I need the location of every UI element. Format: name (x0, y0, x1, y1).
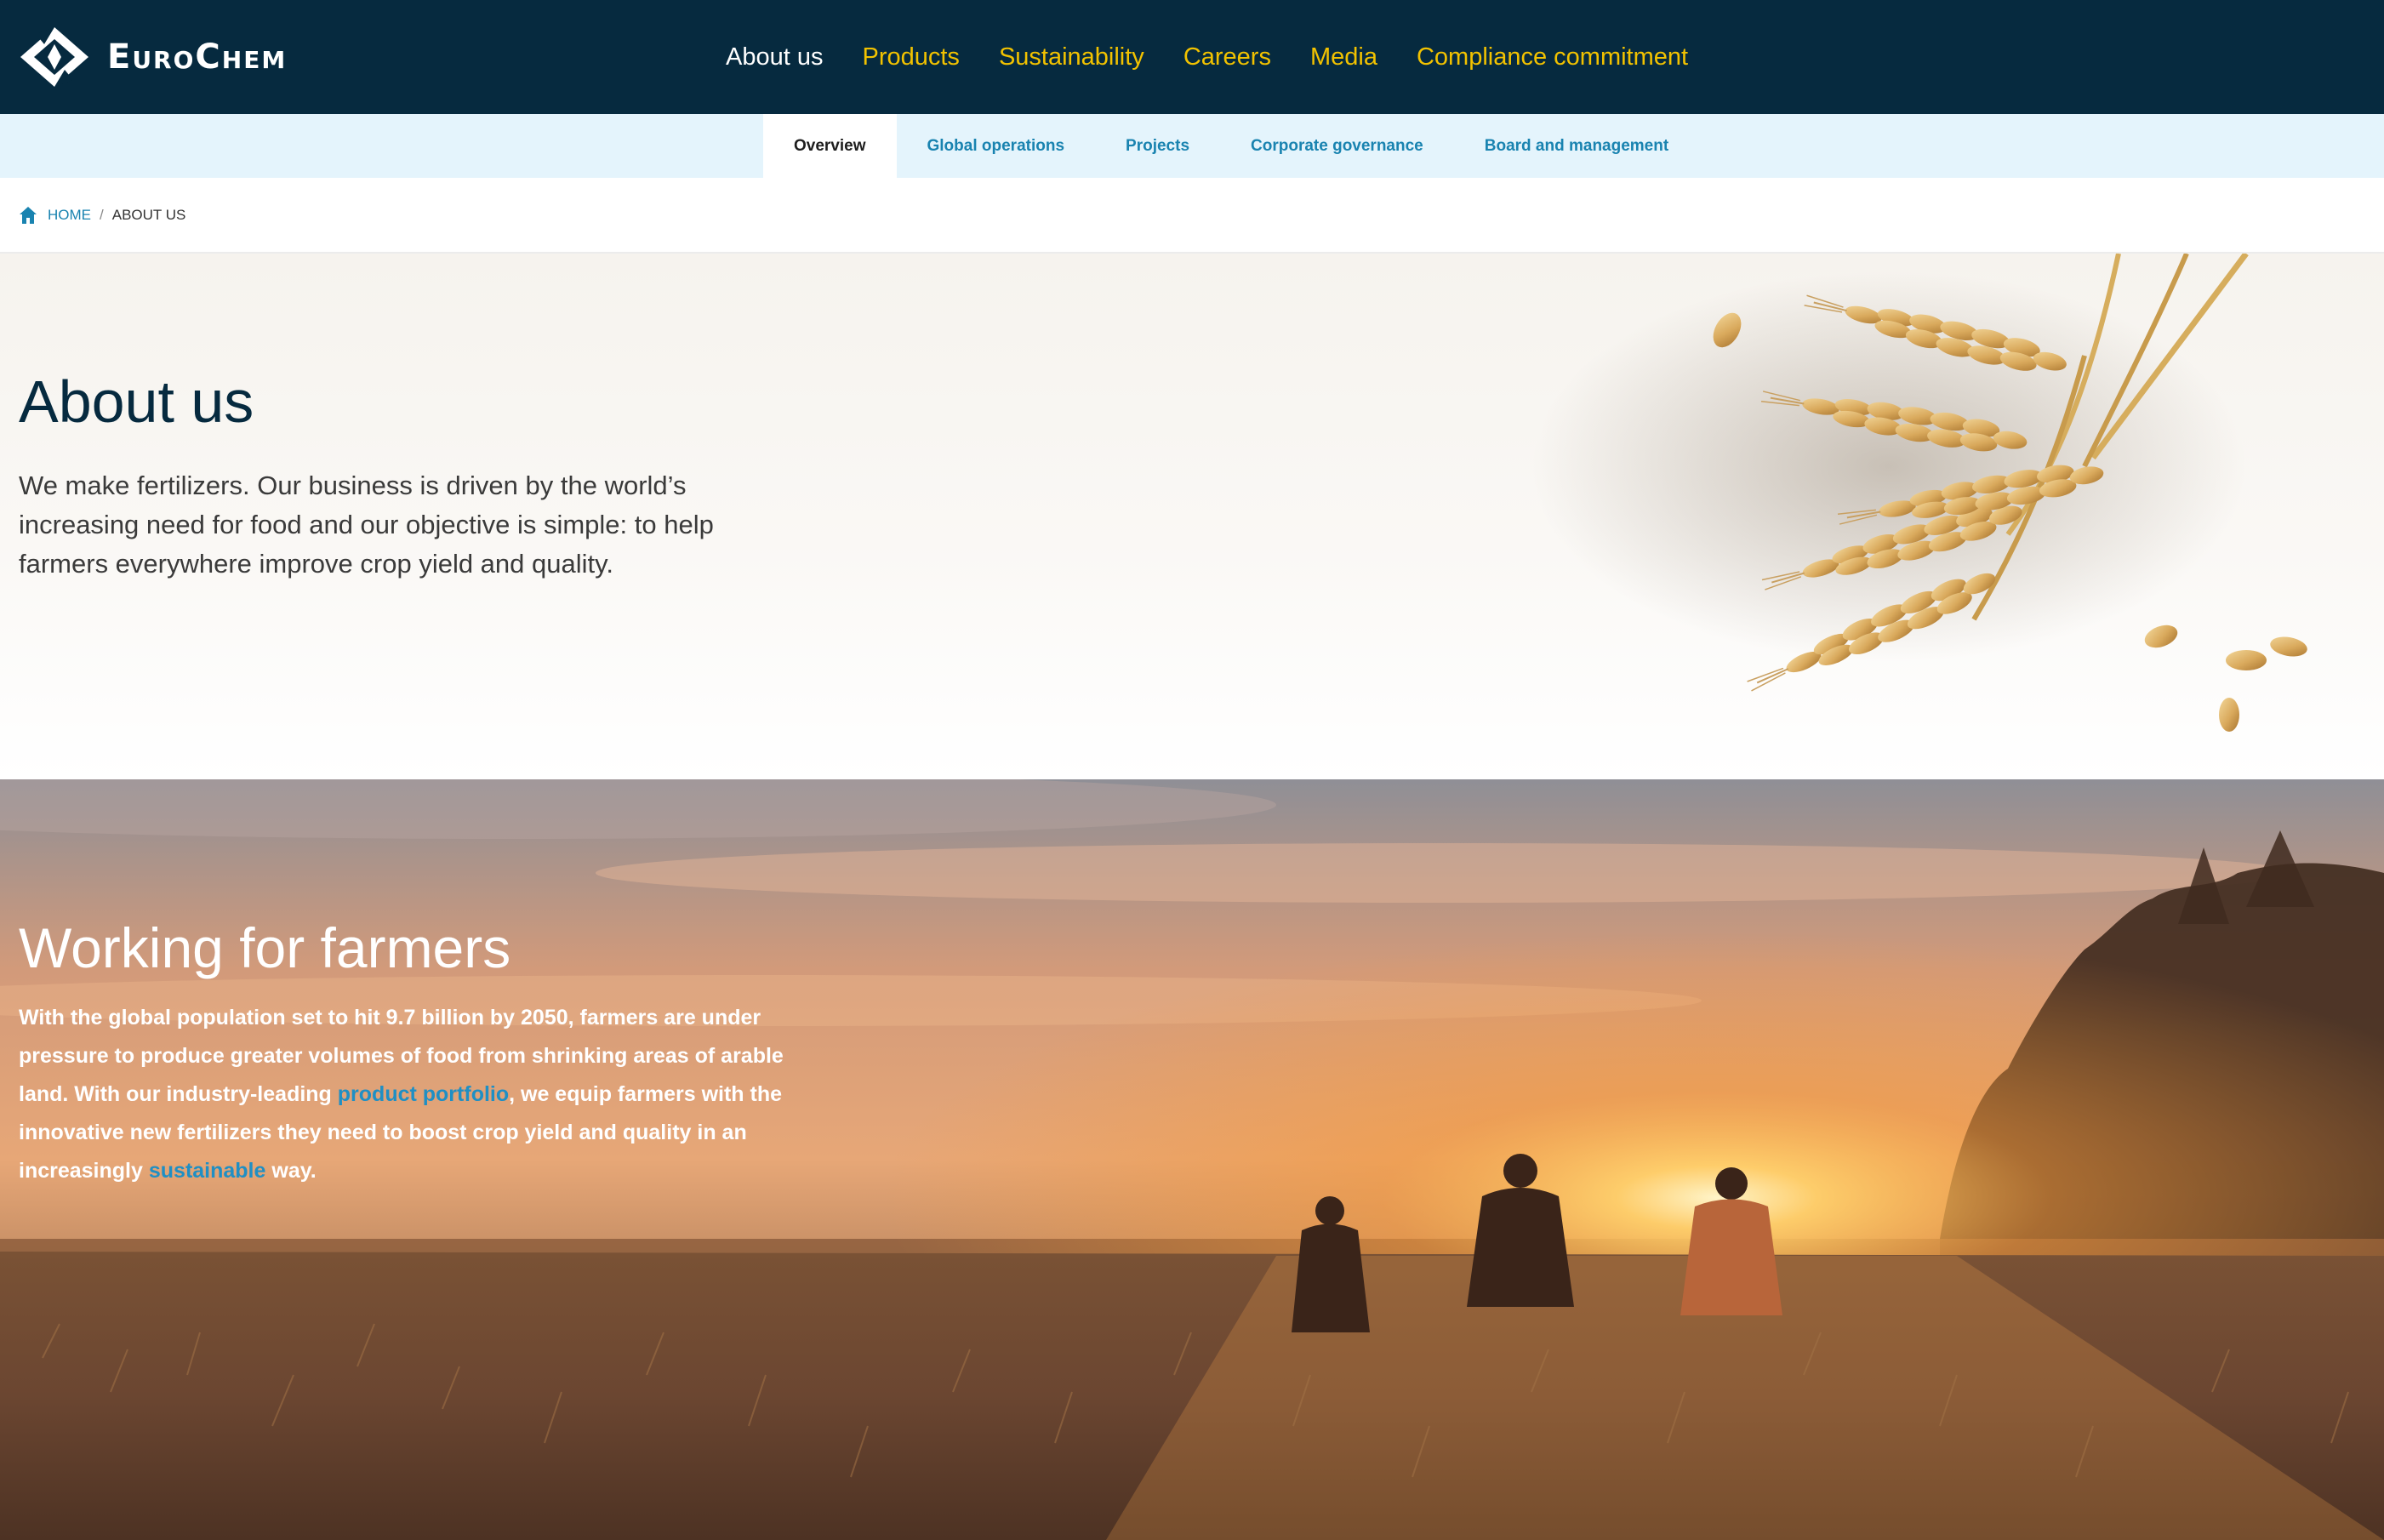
brand-name: EuroChem (107, 37, 288, 77)
product-portfolio-link[interactable]: product portfolio (338, 1082, 509, 1106)
nav-media[interactable]: Media (1310, 43, 1377, 71)
nav-sustainability[interactable]: Sustainability (999, 43, 1144, 71)
sub-navigation-bar: Overview Global operations Projects Corp… (0, 114, 2384, 178)
breadcrumb: HOME / ABOUT US (19, 178, 185, 253)
eurochem-logo[interactable]: EuroChem (19, 26, 287, 88)
sub-navigation: Overview Global operations Projects Corp… (763, 114, 1699, 178)
breadcrumb-home-link[interactable]: HOME (48, 207, 91, 224)
farmers-text-part-3: way. (265, 1159, 317, 1183)
eurochem-diamond-logo-icon (20, 27, 88, 87)
home-icon[interactable] (19, 206, 37, 225)
about-hero-section: About us We make fertilizers. Our busine… (0, 254, 2384, 779)
breadcrumb-separator: / (100, 207, 104, 223)
farmers-section-text: With the global population set to hit 9.… (19, 999, 836, 1190)
subnav-tab-overview[interactable]: Overview (763, 114, 897, 178)
page-title: About us (19, 368, 254, 435)
farmers-section-title: Working for farmers (19, 916, 511, 979)
nav-compliance-commitment[interactable]: Compliance commitment (1417, 43, 1688, 71)
nav-about-us[interactable]: About us (726, 43, 823, 71)
nav-products[interactable]: Products (862, 43, 959, 71)
about-intro-text: We make fertilizers. Our business is dri… (19, 471, 714, 579)
main-navigation: About us Products Sustainability Careers… (726, 0, 1727, 114)
sustainable-link[interactable]: sustainable (149, 1159, 266, 1183)
nav-careers[interactable]: Careers (1183, 43, 1271, 71)
subnav-tab-board-and-management[interactable]: Board and management (1454, 114, 1699, 178)
subnav-tab-corporate-governance[interactable]: Corporate governance (1220, 114, 1454, 178)
subnav-tab-projects[interactable]: Projects (1095, 114, 1220, 178)
subnav-tab-global-operations[interactable]: Global operations (897, 114, 1096, 178)
breadcrumb-current: ABOUT US (111, 207, 186, 223)
wheat-ears-image (1531, 254, 2307, 732)
top-navigation-bar: EuroChem About us Products Sustainabilit… (0, 0, 2384, 114)
working-for-farmers-section: Working for farmers With the global popu… (0, 779, 2384, 1540)
